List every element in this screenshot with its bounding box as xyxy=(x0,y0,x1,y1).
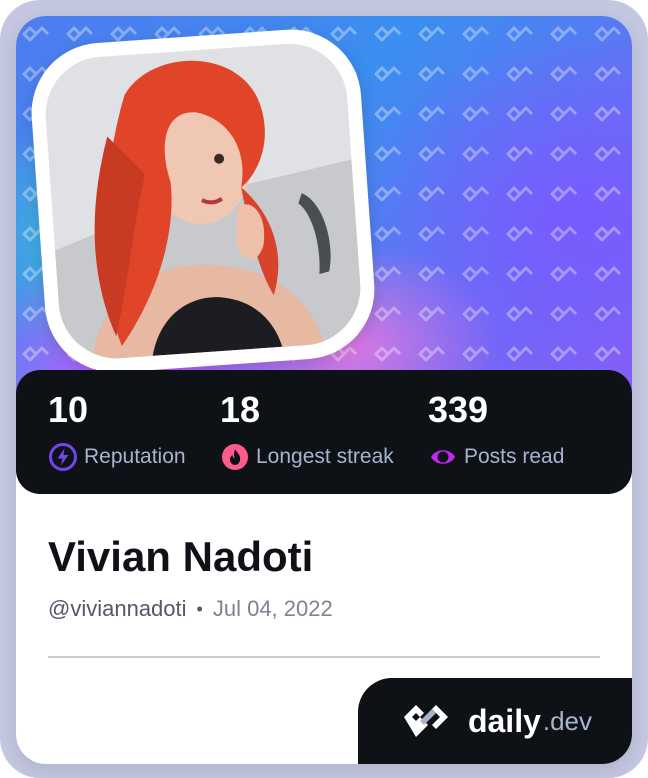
cover-background xyxy=(16,16,632,416)
daily-dev-logo-icon xyxy=(403,705,448,737)
lightning-icon xyxy=(49,443,77,471)
brand-word: daily xyxy=(467,702,541,739)
meta-separator: • xyxy=(196,599,203,619)
profile-name: Vivian Nadoti xyxy=(48,533,314,580)
profile-handle: @viviannadoti xyxy=(48,596,187,621)
brand-tld: .dev xyxy=(542,705,593,736)
avatar-frame xyxy=(26,24,380,378)
devcard: 10 Reputation 18 Longest streak 339 Post… xyxy=(16,16,632,764)
stat-label: Reputation xyxy=(84,445,186,468)
join-date: Jul 04, 2022 xyxy=(212,596,333,621)
profile-meta: @viviannadoti • Jul 04, 2022 xyxy=(48,594,333,624)
stats-bar: 10 Reputation 18 Longest streak 339 Post… xyxy=(16,370,632,494)
eye-ring-icon xyxy=(431,450,455,464)
stat-reputation: 10 Reputation xyxy=(48,390,186,472)
stat-posts-read: 339 Posts read xyxy=(428,390,564,472)
stat-longest-streak: 18 Longest streak xyxy=(220,390,394,472)
stat-value: 339 xyxy=(428,389,489,430)
stat-label: Longest streak xyxy=(256,445,394,468)
stat-label: Posts read xyxy=(464,445,565,468)
avatar xyxy=(41,39,365,363)
divider xyxy=(48,656,600,658)
stat-value: 18 xyxy=(220,389,261,430)
brand-badge: daily .dev xyxy=(358,678,632,764)
flame-icon xyxy=(222,444,248,470)
avatar-illustration xyxy=(41,39,365,363)
stat-value: 10 xyxy=(48,389,89,430)
